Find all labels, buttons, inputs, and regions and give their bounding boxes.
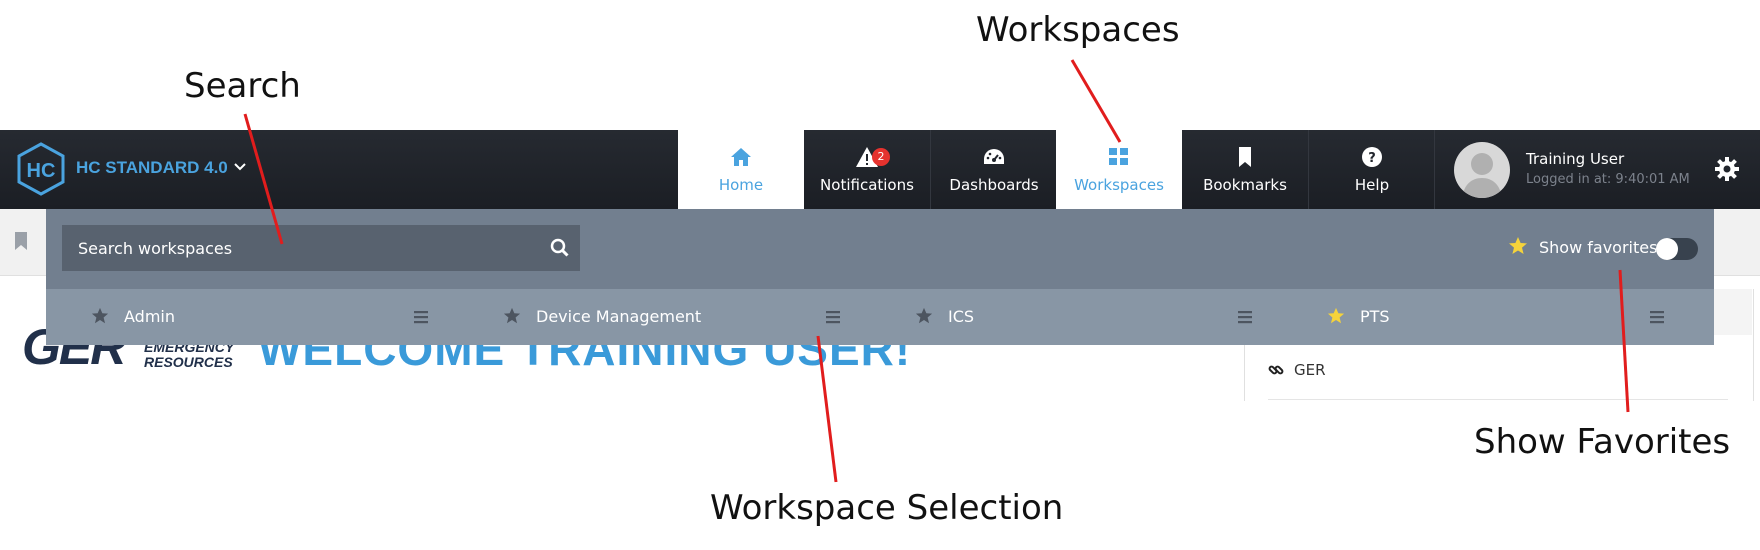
workspace-item-pts[interactable]: PTS — [1282, 289, 1694, 345]
svg-text:HC: HC — [27, 160, 56, 182]
workspace-item-ics[interactable]: ICS — [870, 289, 1282, 345]
divider — [1434, 130, 1435, 209]
star-icon[interactable] — [915, 307, 933, 325]
link-icon — [1268, 365, 1284, 375]
hamburger-icon[interactable] — [826, 310, 840, 324]
bookmark-icon[interactable] — [14, 232, 28, 250]
login-time: Logged in at: 9:40:01 AM — [1526, 172, 1690, 187]
gauge-icon — [984, 149, 1004, 164]
nav-help[interactable]: ? Help — [1308, 130, 1435, 209]
search-input[interactable] — [62, 225, 532, 271]
search-icon[interactable] — [550, 238, 570, 258]
workspace-name: ICS — [948, 307, 975, 326]
hc-logo-icon: HC — [17, 142, 65, 196]
hamburger-icon[interactable] — [414, 310, 428, 324]
nav-home[interactable]: Home — [678, 130, 804, 209]
side-link-ger[interactable]: GER — [1294, 361, 1326, 379]
annotation-workspace-selection: Workspace Selection — [710, 488, 1064, 528]
home-icon — [731, 148, 751, 166]
show-favorites-toggle[interactable] — [1656, 238, 1698, 260]
help-icon: ? — [1362, 147, 1382, 167]
user-name[interactable]: Training User — [1526, 150, 1624, 168]
notification-badge: 2 — [872, 148, 890, 166]
star-icon[interactable] — [91, 307, 109, 325]
workspace-item-device-management[interactable]: Device Management — [458, 289, 870, 345]
workspace-item-admin[interactable]: Admin — [46, 289, 458, 345]
nav-dashboards[interactable]: Dashboards — [930, 130, 1057, 209]
hamburger-icon[interactable] — [1238, 310, 1252, 324]
star-icon[interactable] — [503, 307, 521, 325]
svg-text:?: ? — [1368, 151, 1376, 166]
annotation-show-favorites: Show Favorites — [1474, 422, 1731, 462]
user-silhouette-icon — [1462, 153, 1502, 198]
grid-icon — [1109, 148, 1128, 165]
nav-workspaces-label: Workspaces — [1074, 176, 1164, 194]
show-favorites-label: Show favorites — [1539, 238, 1658, 257]
brand-title[interactable]: HC STANDARD 4.0 — [76, 158, 228, 178]
star-icon[interactable] — [1327, 307, 1345, 325]
toggle-knob — [1656, 238, 1678, 260]
gear-icon[interactable] — [1714, 156, 1740, 182]
bookmark-icon — [1239, 147, 1251, 167]
annotation-workspaces: Workspaces — [976, 10, 1180, 50]
nav-notifications-label: Notifications — [820, 176, 914, 194]
star-icon — [1509, 237, 1527, 254]
search-box[interactable] — [62, 225, 580, 271]
workspace-name: Device Management — [536, 307, 702, 326]
nav-home-label: Home — [718, 176, 764, 194]
avatar[interactable] — [1454, 142, 1510, 198]
nav-bookmarks[interactable]: Bookmarks — [1182, 130, 1308, 209]
workspace-name: PTS — [1360, 307, 1390, 326]
chevron-down-icon[interactable] — [232, 158, 248, 174]
hamburger-icon[interactable] — [1650, 310, 1664, 324]
divider — [1268, 399, 1728, 400]
nav-notifications[interactable]: 2 Notifications — [804, 130, 930, 209]
annotation-search: Search — [184, 66, 301, 106]
workspace-name: Admin — [124, 307, 175, 326]
nav-workspaces[interactable]: Workspaces — [1056, 130, 1182, 209]
nav-help-label: Help — [1354, 176, 1390, 194]
nav-dashboards-label: Dashboards — [949, 176, 1039, 194]
nav-bookmarks-label: Bookmarks — [1203, 176, 1287, 194]
